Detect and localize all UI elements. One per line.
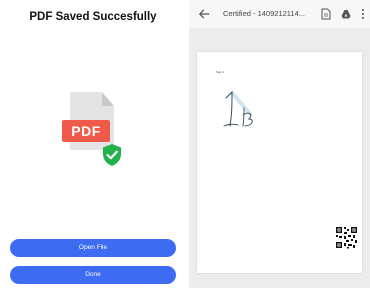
open-file-button[interactable]: Open File — [10, 239, 176, 257]
signature-image — [223, 90, 253, 127]
drive-icon[interactable] — [341, 8, 351, 20]
document-title: Certified - 1409212114... — [223, 9, 305, 18]
back-arrow-icon[interactable] — [198, 8, 210, 20]
file-icon[interactable] — [321, 8, 331, 20]
verified-shield-icon — [103, 144, 121, 166]
document-fold — [102, 92, 114, 106]
done-button[interactable]: Done — [10, 266, 176, 284]
pdf-badge: PDF — [62, 120, 110, 142]
viewer-toolbar: Certified - 1409212114... — [189, 0, 370, 28]
qr-code — [335, 226, 358, 249]
pdf-file-icon: PDF — [62, 92, 128, 170]
more-vert-icon[interactable] — [361, 8, 365, 20]
success-title: PDF Saved Succesfully — [29, 11, 157, 23]
success-panel: PDF Saved Succesfully PDF Open File Done — [0, 0, 186, 288]
page-small-text: Sign it — [216, 70, 225, 74]
pdf-viewer: Certified - 1409212114... Sign it — [189, 0, 370, 288]
pdf-page[interactable]: Sign it — [197, 52, 362, 273]
